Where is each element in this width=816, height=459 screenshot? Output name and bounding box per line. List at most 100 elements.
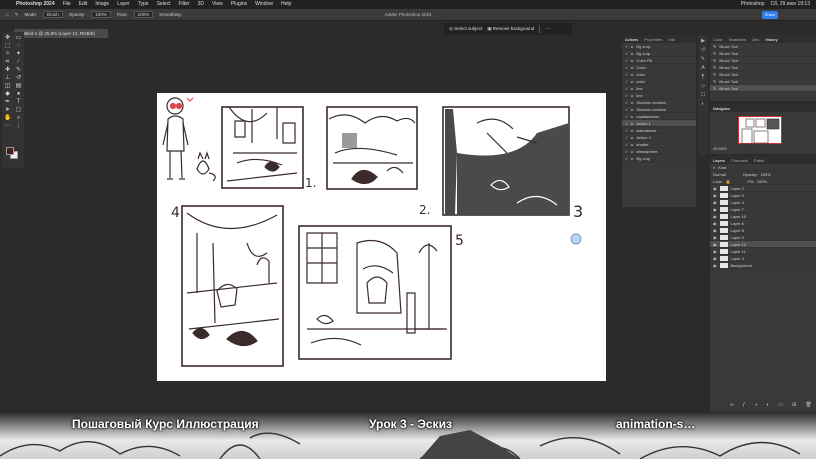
foreground-color-swatch[interactable] [6,147,14,155]
kind-filter[interactable]: Kind [718,165,726,170]
libraries-icon[interactable]: ☐ [700,92,706,98]
menu-window[interactable]: Window [255,0,273,9]
layer-row[interactable]: ◉ Layer 9 [710,234,816,241]
fx-icon[interactable]: ƒ [743,402,746,408]
zoom-tool-icon[interactable]: ⌕ [15,115,22,122]
action-item[interactable]: ✓ ▸ Shadow creation [622,106,696,113]
share-button[interactable]: Share [762,11,778,19]
flow-field[interactable]: 100% [133,11,154,18]
history-state[interactable]: ✎ Brush Tool [710,85,816,92]
brush-tool-icon[interactable]: ✎ [15,67,22,74]
menu-layer[interactable]: Layer [117,0,130,9]
layer-row[interactable]: ◉ Layer 7 [710,206,816,213]
new-layer-icon[interactable]: ⊞ [792,402,796,408]
visibility-eye-icon[interactable]: ◉ [713,207,717,212]
eraser-tool-icon[interactable]: ◫ [4,83,11,90]
blend-mode-select[interactable]: Normal [713,172,726,177]
tab-info[interactable]: Info [668,37,675,42]
action-item[interactable]: ✓ ▸ atmosphere [622,148,696,155]
lock-icon[interactable]: 🔒 [726,179,731,184]
navigator-zoom[interactable]: 25,93% [713,146,727,151]
menu-type[interactable]: Type [138,0,149,9]
action-item[interactable]: ✓ ▸ Action 1 [622,120,696,127]
layer-row[interactable]: ◉ Layer 6 [710,220,816,227]
shape-tool-icon[interactable]: ▢ [15,107,22,114]
action-item[interactable]: ✓ ▸ Bg crop [622,43,696,50]
lasso-tool-icon[interactable]: ◌ [15,43,22,50]
check-icon[interactable]: ✓ [625,135,628,140]
path-select-icon[interactable]: ➤ [4,107,11,114]
dodge-tool-icon[interactable]: ● [15,91,22,98]
history-state[interactable]: ✎ Brush Tool [710,50,816,57]
check-icon[interactable]: ✓ [625,86,628,91]
history-brush-icon[interactable]: ↺ [15,75,22,82]
select-subject-button[interactable]: ◎ Select subject [449,26,482,32]
visibility-eye-icon[interactable]: ◉ [713,228,717,233]
paragraph-icon[interactable]: ¶ [700,74,706,80]
visibility-eye-icon[interactable]: ◉ [713,193,717,198]
navigator-preview[interactable] [738,116,782,145]
check-icon[interactable]: ✓ [625,79,628,84]
healing-brush-icon[interactable]: ✚ [4,67,11,74]
visibility-eye-icon[interactable]: ◉ [713,235,717,240]
pen-tool-icon[interactable]: ✒ [4,99,11,106]
action-item[interactable]: ✓ ▸ Color [622,64,696,71]
move-tool-icon[interactable]: ✥ [4,35,11,42]
action-item[interactable]: ✓ ▸ walnutness [622,127,696,134]
menu-3d[interactable]: 3D [198,0,204,9]
more-icon[interactable]: ⋯ [545,26,550,32]
character-icon[interactable]: A [700,65,706,71]
check-icon[interactable]: ✓ [625,107,628,112]
check-icon[interactable]: ✓ [625,58,628,63]
visibility-eye-icon[interactable]: ◉ [713,221,717,226]
layer-row[interactable]: ◉ Layer 10 [710,213,816,220]
menu-file[interactable]: File [63,0,71,9]
action-item[interactable]: ✓ ▸ shader [622,141,696,148]
tab-properties[interactable]: Properties [644,37,662,42]
layer-row[interactable]: ◉ Layer 2 [710,185,816,192]
type-tool-icon[interactable]: T [15,99,22,106]
link-icon[interactable]: ∞ [730,402,734,408]
visibility-eye-icon[interactable]: ◉ [713,249,717,254]
tab-actions[interactable]: Actions [625,37,638,42]
trash-icon[interactable]: 🗑 [805,402,811,408]
check-icon[interactable]: ✓ [625,121,628,126]
fill-field[interactable]: 100% [757,179,767,184]
check-icon[interactable]: ✓ [625,128,628,133]
action-item[interactable]: ✓ ▸ line [622,85,696,92]
brush-preset-icon[interactable]: ✎ [15,12,19,18]
brush-settings-icon[interactable]: ✎ [700,56,706,62]
menu-filter[interactable]: Filter [178,0,189,9]
marquee-tool-icon[interactable]: ⬚ [4,43,11,50]
history-state[interactable]: ✎ Brush Tool [710,64,816,71]
history-state[interactable]: ✎ Brush Tool [710,71,816,78]
menu-edit[interactable]: Edit [79,0,88,9]
menu-plugins[interactable]: Plugins [231,0,247,9]
check-icon[interactable]: ✓ [625,72,628,77]
history-icon[interactable]: ↺ [700,47,706,53]
history-state[interactable]: ✎ Brush Tool [710,78,816,85]
edit-toolbar-icon[interactable]: ⋮ [15,123,22,130]
tab-libs[interactable]: Libs [752,37,759,42]
menu-image[interactable]: Image [95,0,109,9]
check-icon[interactable]: ✓ [625,156,628,161]
menu-view[interactable]: View [212,0,223,9]
history-state[interactable]: ✎ Brush Tool [710,57,816,64]
more-tools-icon[interactable]: ⋯ [4,123,11,130]
check-icon[interactable]: ✓ [625,44,628,49]
visibility-eye-icon[interactable]: ◉ [713,214,717,219]
visibility-eye-icon[interactable]: ◉ [713,186,717,191]
layer-opacity-field[interactable]: 100% [761,172,771,177]
visibility-eye-icon[interactable]: ◉ [713,200,717,205]
check-icon[interactable]: ✓ [625,65,628,70]
action-item[interactable]: ✓ ▸ Shadow creation [622,99,696,106]
tab-navigator[interactable]: Navigator [713,106,730,111]
glyphs-icon[interactable]: ◇ [700,83,706,89]
quick-select-icon[interactable]: ✧ [4,51,11,58]
magic-wand-icon[interactable]: ✦ [15,51,22,58]
visibility-eye-icon[interactable]: ◉ [713,242,717,247]
color-icon[interactable]: ◐ [700,101,706,107]
layer-row[interactable]: ◉ Background [710,262,816,269]
action-item[interactable]: ✓ ▸ Bg crop [622,155,696,162]
check-icon[interactable]: ✓ [625,149,628,154]
